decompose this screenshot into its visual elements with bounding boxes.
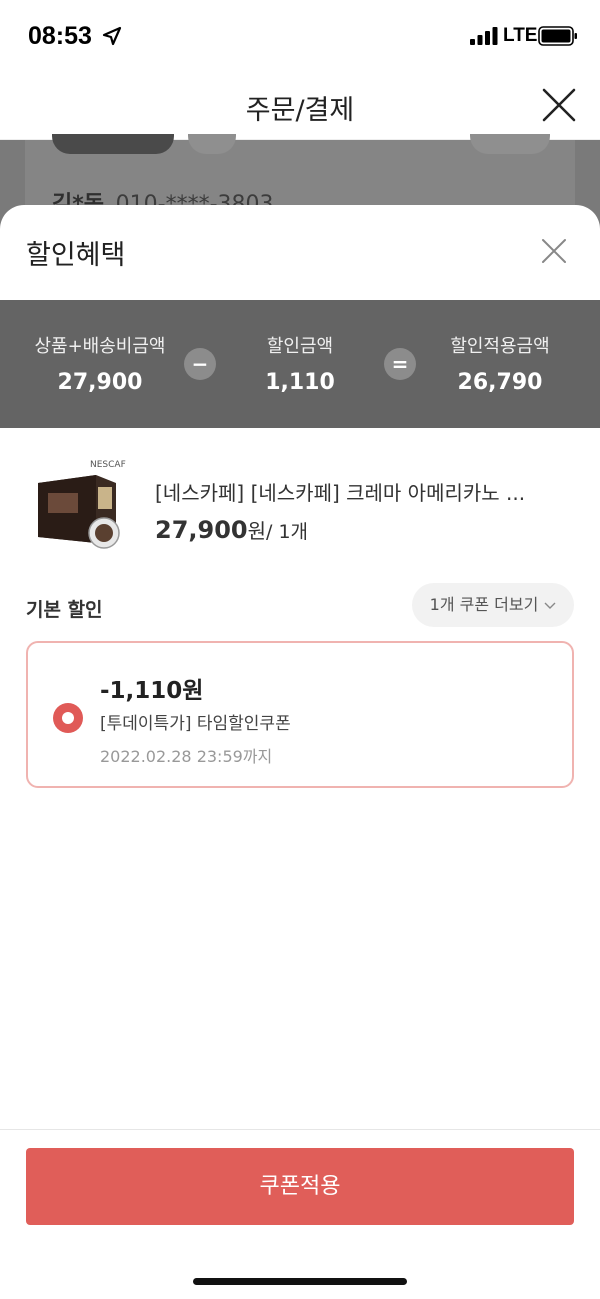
coupon-radio[interactable] <box>53 703 83 733</box>
final-label: 할인적용금액 <box>450 336 550 357</box>
subtotal-label: 상품+배송비금액 <box>34 336 166 357</box>
price-unit: 원 <box>247 519 267 543</box>
price-summary: 상품+배송비금액 27,900 − 할인금액 1,110 = 할인적용금액 26… <box>0 300 600 428</box>
sheet-title: 할인혜택 <box>26 240 126 271</box>
discount-block: 할인금액 1,110 <box>200 332 400 395</box>
coupon-card[interactable]: -1,110원 [투데이특가] 타임할인쿠폰 2022.02.28 23:59까… <box>26 641 574 788</box>
discount-label: 할인금액 <box>266 336 334 357</box>
radio-selected-dot <box>62 712 74 724</box>
subtotal-value: 27,900 <box>57 370 143 395</box>
home-indicator <box>193 1278 407 1285</box>
product-thumbnail: NESCAFÉ <box>26 453 126 553</box>
more-coupons-button[interactable]: 1개 쿠폰 더보기 <box>412 583 574 627</box>
footer-divider <box>0 1129 600 1130</box>
final-value: 26,790 <box>457 370 543 395</box>
coupon-amount: -1,110원 <box>100 678 204 704</box>
location-arrow-icon <box>102 26 122 46</box>
sheet-close-icon[interactable] <box>540 237 568 265</box>
order-header: 주문/결제 <box>0 72 600 140</box>
chevron-down-icon <box>544 602 556 609</box>
product-price: 27,900원/ 1개 <box>155 515 308 544</box>
product-brand-logo: NESCAFÉ <box>90 458 126 470</box>
status-bar: 08:53 LTE <box>0 0 600 72</box>
status-time: 08:53 <box>28 22 92 50</box>
basic-discount-title: 기본 할인 <box>26 599 103 621</box>
bg-address-button <box>52 134 174 154</box>
final-block: 할인적용금액 26,790 <box>400 332 600 395</box>
close-icon[interactable] <box>540 86 578 124</box>
subtotal-block: 상품+배송비금액 27,900 <box>0 332 200 395</box>
coupon-name: [투데이특가] 타임할인쿠폰 <box>100 714 291 734</box>
network-label: LTE <box>503 25 538 46</box>
discount-value: 1,110 <box>265 370 335 395</box>
bg-change-button <box>470 134 550 154</box>
product-name: [네스카페] [네스카페] 크레마 아메리카노 ... <box>155 481 526 505</box>
page-title: 주문/결제 <box>245 95 355 126</box>
apply-coupon-button[interactable]: 쿠폰적용 <box>26 1148 574 1225</box>
product-quantity: / 1개 <box>266 521 309 543</box>
more-coupons-label: 1개 쿠폰 더보기 <box>429 595 539 614</box>
signal-bars-icon <box>470 27 498 45</box>
coupon-expiry: 2022.02.28 23:59까지 <box>100 747 273 766</box>
price-amount: 27,900 <box>155 516 248 544</box>
battery-icon <box>538 26 577 46</box>
discount-sheet: 할인혜택 상품+배송비금액 27,900 − 할인금액 1,110 = 할인적용… <box>0 205 600 1299</box>
